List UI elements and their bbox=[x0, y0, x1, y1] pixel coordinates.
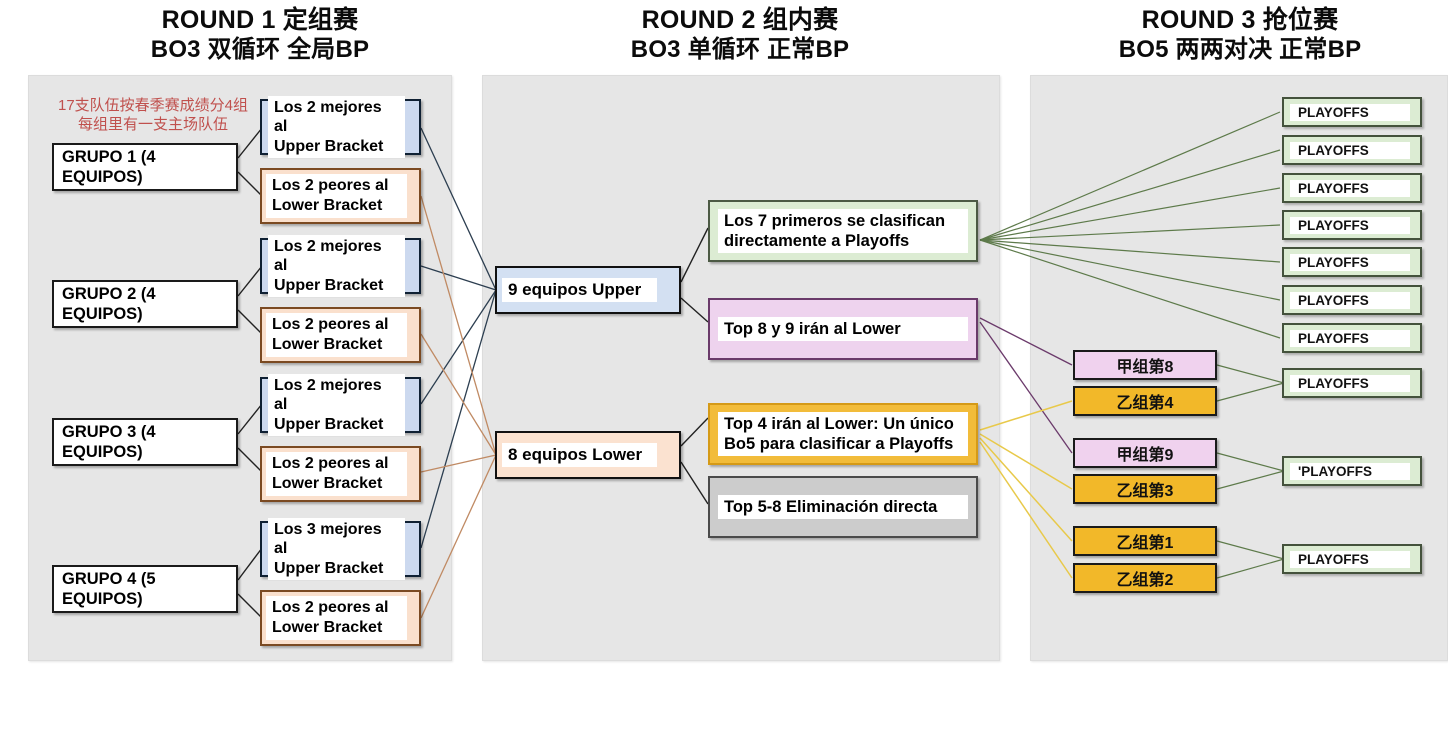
outcome-top5-8-eliminated[interactable]: Top 5-8 Eliminación directa bbox=[708, 476, 978, 538]
seed-match-1-b[interactable]: 乙组第4 bbox=[1073, 386, 1217, 416]
outcome-3-line-2: Bo5 para clasificar a Playoffs bbox=[724, 435, 954, 453]
seed-match-3-b[interactable]: 乙组第2 bbox=[1073, 563, 1217, 593]
bracket-box-2-line-2: Lower Bracket bbox=[272, 197, 383, 214]
seed-match-1-b-label: 乙组第4 bbox=[1116, 395, 1174, 412]
seed-match-3-b-label: 乙组第2 bbox=[1116, 572, 1174, 589]
group-box-1[interactable]: GRUPO 1 (4 EQUIPOS) bbox=[52, 143, 238, 191]
seed-match-1-a-label: 甲组第8 bbox=[1116, 359, 1174, 376]
bracket-box-7-line-2: Upper Bracket bbox=[274, 559, 384, 577]
round-3-subtitle: BO5 两两对决 正常BP bbox=[1118, 35, 1362, 63]
bracket-box-4-upper[interactable]: Los 3 mejores al Upper Bracket bbox=[260, 517, 421, 581]
bracket-box-1-line-2: Upper Bracket bbox=[274, 137, 384, 155]
playoffs-box-10-label: PLAYOFFS bbox=[1290, 550, 1410, 568]
playoffs-box-5[interactable]: PLAYOFFS bbox=[1282, 247, 1422, 277]
bracket-box-1-line-1: Los 2 mejores al bbox=[274, 98, 382, 136]
group-box-1-label: GRUPO 1 (4 EQUIPOS) bbox=[54, 144, 236, 190]
group-box-3[interactable]: GRUPO 3 (4 EQUIPOS) bbox=[52, 418, 238, 466]
bracket-diagram: ROUND 1 定组赛 BO3 双循环 全局BP ROUND 2 组内赛 BO3… bbox=[0, 0, 1448, 732]
playoffs-box-3-label: PLAYOFFS bbox=[1290, 179, 1410, 197]
playoffs-box-8-label: PLAYOFFS bbox=[1290, 374, 1410, 392]
round-3-title: ROUND 3 抢位赛 bbox=[1141, 6, 1339, 34]
bracket-box-8-line-2: Lower Bracket bbox=[272, 619, 383, 636]
round-1-subtitle: BO3 双循环 全局BP bbox=[150, 35, 370, 63]
playoffs-box-1-label: PLAYOFFS bbox=[1290, 103, 1410, 121]
round-1-note: 17支队伍按春季赛成绩分4组 每组里有一支主场队伍 bbox=[34, 96, 272, 134]
round-1-note-line-2: 每组里有一支主场队伍 bbox=[77, 116, 228, 134]
bracket-box-4-line-1: Los 2 peores al bbox=[272, 316, 389, 334]
seed-match-3-a-label: 乙组第1 bbox=[1116, 535, 1174, 552]
playoffs-box-8[interactable]: PLAYOFFS bbox=[1282, 368, 1422, 398]
round-1-heading: ROUND 1 定组赛 BO3 双循环 全局BP bbox=[110, 6, 410, 64]
playoffs-box-10[interactable]: PLAYOFFS bbox=[1282, 544, 1422, 574]
bracket-box-8-line-1: Los 2 peores al bbox=[272, 599, 389, 617]
bracket-box-5-line-1: Los 2 mejores al bbox=[274, 376, 382, 414]
playoffs-box-5-label: PLAYOFFS bbox=[1290, 253, 1410, 271]
playoffs-box-6-label: PLAYOFFS bbox=[1290, 291, 1410, 309]
seed-match-2-a-label: 甲组第9 bbox=[1116, 447, 1174, 464]
bracket-box-6-line-2: Lower Bracket bbox=[272, 475, 383, 492]
seed-match-2-b[interactable]: 乙组第3 bbox=[1073, 474, 1217, 504]
seed-match-1-a[interactable]: 甲组第8 bbox=[1073, 350, 1217, 380]
playoffs-box-1[interactable]: PLAYOFFS bbox=[1282, 97, 1422, 127]
bracket-box-1-lower[interactable]: Los 2 peores al Lower Bracket bbox=[260, 168, 421, 224]
round-2-subtitle: BO3 单循环 正常BP bbox=[630, 35, 850, 63]
seed-match-3-a[interactable]: 乙组第1 bbox=[1073, 526, 1217, 556]
bracket-box-3-line-1: Los 2 mejores al bbox=[274, 237, 382, 275]
seed-match-2-a[interactable]: 甲组第9 bbox=[1073, 438, 1217, 468]
playoffs-box-9[interactable]: 'PLAYOFFS bbox=[1282, 456, 1422, 486]
bracket-box-3-upper[interactable]: Los 2 mejores al Upper Bracket bbox=[260, 373, 421, 437]
playoffs-box-4[interactable]: PLAYOFFS bbox=[1282, 210, 1422, 240]
bracket-box-7-line-1: Los 3 mejores al bbox=[274, 520, 382, 558]
round-1-title: ROUND 1 定组赛 bbox=[161, 6, 359, 34]
outcome-1-line-2: directamente a Playoffs bbox=[724, 232, 910, 250]
bracket-box-3-lower[interactable]: Los 2 peores al Lower Bracket bbox=[260, 446, 421, 502]
seed-match-2-b-label: 乙组第3 bbox=[1116, 483, 1174, 500]
round-3-heading: ROUND 3 抢位赛 BO5 两两对决 正常BP bbox=[1090, 6, 1390, 64]
round-2-title: ROUND 2 组内赛 bbox=[641, 6, 839, 34]
bracket-box-6-line-1: Los 2 peores al bbox=[272, 455, 389, 473]
outcome-direct-playoffs[interactable]: Los 7 primeros se clasifican directament… bbox=[708, 200, 978, 262]
playoffs-box-7[interactable]: PLAYOFFS bbox=[1282, 323, 1422, 353]
bracket-box-4-line-2: Lower Bracket bbox=[272, 336, 383, 353]
bracket-box-2-line-1: Los 2 peores al bbox=[272, 177, 389, 195]
bracket-box-2-lower[interactable]: Los 2 peores al Lower Bracket bbox=[260, 307, 421, 363]
outcome-1-line-1: Los 7 primeros se clasifican bbox=[724, 211, 946, 230]
bracket-box-2-upper[interactable]: Los 2 mejores al Upper Bracket bbox=[260, 234, 421, 298]
playoffs-box-6[interactable]: PLAYOFFS bbox=[1282, 285, 1422, 315]
playoffs-box-7-label: PLAYOFFS bbox=[1290, 329, 1410, 347]
round-2-panel bbox=[482, 75, 1000, 661]
group-box-4[interactable]: GRUPO 4 (5 EQUIPOS) bbox=[52, 565, 238, 613]
outcome-2-line-1: Top 8 y 9 irán al Lower bbox=[724, 319, 901, 338]
pool-upper-box[interactable]: 9 equipos Upper bbox=[495, 266, 681, 314]
bracket-box-4-lower[interactable]: Los 2 peores al Lower Bracket bbox=[260, 590, 421, 646]
pool-lower-label: 8 equipos Lower bbox=[502, 442, 657, 468]
playoffs-box-4-label: PLAYOFFS bbox=[1290, 216, 1410, 234]
group-box-2-label: GRUPO 2 (4 EQUIPOS) bbox=[54, 281, 236, 327]
outcome-top8-9-lower[interactable]: Top 8 y 9 irán al Lower bbox=[708, 298, 978, 360]
bracket-box-3-line-2: Upper Bracket bbox=[274, 276, 384, 294]
outcome-3-line-1: Top 4 irán al Lower: Un único bbox=[724, 414, 954, 433]
group-box-3-label: GRUPO 3 (4 EQUIPOS) bbox=[54, 419, 236, 465]
bracket-box-5-line-2: Upper Bracket bbox=[274, 415, 384, 433]
playoffs-box-2[interactable]: PLAYOFFS bbox=[1282, 135, 1422, 165]
outcome-4-line-1: Top 5-8 Eliminación directa bbox=[724, 497, 938, 516]
bracket-box-1-upper[interactable]: Los 2 mejores al Upper Bracket bbox=[260, 95, 421, 159]
round-2-heading: ROUND 2 组内赛 BO3 单循环 正常BP bbox=[590, 6, 890, 64]
group-box-4-label: GRUPO 4 (5 EQUIPOS) bbox=[54, 566, 236, 612]
playoffs-box-3[interactable]: PLAYOFFS bbox=[1282, 173, 1422, 203]
pool-upper-label: 9 equipos Upper bbox=[502, 277, 657, 303]
playoffs-box-9-label: 'PLAYOFFS bbox=[1290, 462, 1410, 480]
playoffs-box-2-label: PLAYOFFS bbox=[1290, 141, 1410, 159]
round-1-note-line-1: 17支队伍按春季赛成绩分4组 bbox=[57, 97, 249, 114]
pool-lower-box[interactable]: 8 equipos Lower bbox=[495, 431, 681, 479]
group-box-2[interactable]: GRUPO 2 (4 EQUIPOS) bbox=[52, 280, 238, 328]
outcome-top4-lower-bo5[interactable]: Top 4 irán al Lower: Un único Bo5 para c… bbox=[708, 403, 978, 465]
